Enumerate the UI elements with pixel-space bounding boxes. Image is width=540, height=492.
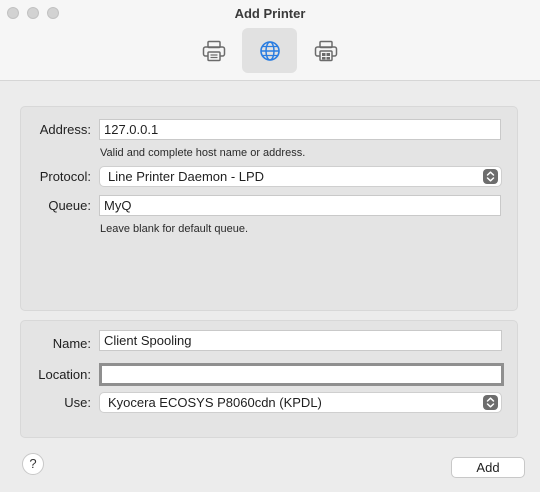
window-title: Add Printer — [234, 6, 306, 21]
address-label: Address: — [39, 122, 91, 137]
printer-icon — [202, 40, 225, 61]
address-hint: Valid and complete host name or address. — [100, 147, 306, 159]
tab-windows-printer[interactable] — [298, 28, 353, 73]
queue-hint: Leave blank for default queue. — [100, 223, 249, 235]
title-bar: Add Printer — [0, 0, 540, 81]
protocol-select[interactable]: Line Printer Daemon - LPD — [99, 166, 502, 187]
windows-printer-icon — [314, 40, 337, 61]
location-field[interactable] — [99, 363, 504, 386]
protocol-label: Protocol: — [39, 169, 91, 184]
globe-icon — [259, 40, 280, 61]
queue-field[interactable]: MyQ — [99, 195, 501, 216]
name-label: Name: — [52, 336, 91, 351]
address-field[interactable]: 127.0.0.1 — [99, 119, 501, 140]
add-button[interactable]: Add — [451, 457, 525, 478]
name-field[interactable]: Client Spooling — [99, 330, 502, 351]
use-driver-value: Kyocera ECOSYS P8060cdn (KPDL) — [108, 395, 322, 410]
queue-label: Queue: — [48, 198, 91, 213]
protocol-value: Line Printer Daemon - LPD — [108, 169, 265, 184]
tab-default-printers[interactable] — [186, 28, 241, 73]
help-button[interactable]: ? — [22, 453, 44, 475]
location-label: Location: — [38, 367, 91, 382]
chevron-updown-icon — [483, 395, 498, 410]
use-driver-select[interactable]: Kyocera ECOSYS P8060cdn (KPDL) — [99, 392, 502, 413]
chevron-updown-icon — [483, 169, 498, 184]
tab-ip-printer[interactable] — [242, 28, 297, 73]
use-label: Use: — [64, 395, 91, 410]
